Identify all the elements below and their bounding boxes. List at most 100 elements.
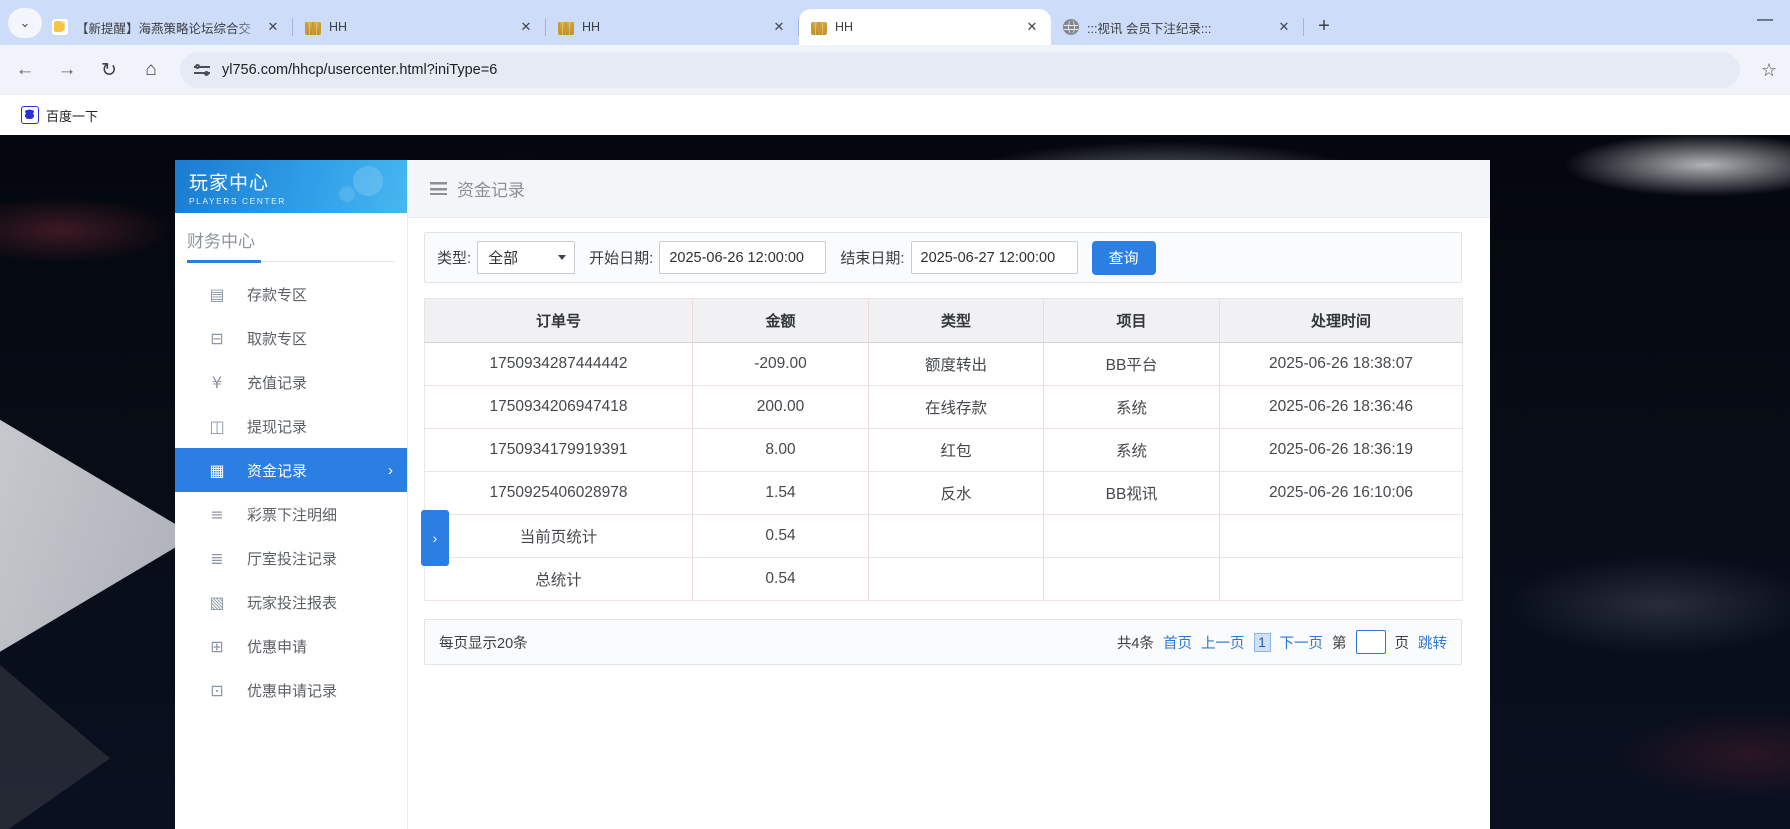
tab-hh-1[interactable]: HH ✕ [293,9,545,45]
sidebar-item-player-bet-report[interactable]: ▧ 玩家投注报表 [175,580,407,624]
close-icon[interactable]: ✕ [517,18,535,36]
tab-search-button[interactable]: ⌄ [8,8,42,38]
sidebar-item-funds-records[interactable]: ▦ 资金记录 › [175,448,407,492]
table-row: 1750934206947418 200.00 在线存款 系统 2025-06-… [425,386,1463,429]
tab-title: HH [329,20,517,34]
sidebar-item-recharge-records[interactable]: ¥ 充值记录 [175,360,407,404]
globe-favicon-icon [1063,19,1079,35]
cell-process-time: 2025-06-26 16:10:06 [1220,472,1463,515]
table-row: 1750925406028978 1.54 反水 BB视讯 2025-06-26… [425,472,1463,515]
tab-forum[interactable]: 【新提醒】海燕策略论坛综合交 ✕ [40,9,292,45]
gold-logo-favicon-icon [811,22,827,35]
cell-order-id: 1750934287444442 [425,343,693,386]
jump-button[interactable]: 跳转 [1418,632,1447,653]
cell-empty [1044,515,1220,558]
sidebar-item-label: 资金记录 [247,460,307,481]
sidebar-item-label: 优惠申请 [247,636,307,657]
chevron-right-icon: › [388,462,393,479]
cell-project: 系统 [1044,429,1220,472]
reload-icon[interactable]: ↻ [92,53,126,87]
tab-title: HH [835,20,1023,34]
lottery-detail-icon: ≡ [207,505,227,524]
bookmark-baidu[interactable]: 百度一下 [14,106,98,125]
cell-empty [1220,558,1463,601]
tab-title: :::视讯 会员下注纪录::: [1087,18,1275,37]
sidebar-item-promo-apply[interactable]: ⊞ 优惠申请 [175,624,407,668]
tab-video-records[interactable]: :::视讯 会员下注纪录::: ✕ [1051,9,1303,45]
header-order-id: 订单号 [425,299,693,343]
cell-stats-label: 当前页统计 [425,515,693,558]
hall-bet-record-icon: ≣ [207,549,227,568]
sidebar-item-hall-bet-records[interactable]: ≣ 厅室投注记录 [175,536,407,580]
sidebar-item-promo-records[interactable]: ⊡ 优惠申请记录 [175,668,407,712]
sidebar-item-withdraw[interactable]: ⊟ 取款专区 [175,316,407,360]
gold-logo-favicon-icon [558,22,574,35]
prev-page-link[interactable]: 上一页 [1201,632,1245,653]
background-triangle-decor [0,385,195,675]
window-minimize-button[interactable]: — [1750,6,1780,34]
site-info-icon[interactable] [194,64,210,76]
table-row-total-stats: 总统计 0.54 [425,558,1463,601]
baidu-paw-icon [21,106,39,124]
jump-prefix-label: 第 [1332,632,1347,653]
hamburger-icon [430,182,447,195]
cell-project: BB视讯 [1044,472,1220,515]
cell-type: 反水 [869,472,1044,515]
bookmarks-bar: 百度一下 [0,95,1790,135]
cell-amount: 0.54 [693,558,869,601]
type-select[interactable]: 全部 [477,241,575,274]
cell-project: BB平台 [1044,343,1220,386]
new-tab-button[interactable]: + [1310,12,1338,40]
back-icon[interactable]: ← [8,53,42,87]
cell-amount: -209.00 [693,343,869,386]
deposit-card-icon: ▤ [207,285,227,304]
pagination-bar: 每页显示20条 共4条 首页 上一页 1 下一页 第 页 跳转 [424,619,1462,665]
tab-hh-2[interactable]: HH ✕ [546,9,798,45]
sidebar-item-deposit[interactable]: ▤ 存款专区 [175,272,407,316]
browser-tab-strip: ⌄ 【新提醒】海燕策略论坛综合交 ✕ HH ✕ HH ✕ HH ✕ :::视讯 … [0,0,1790,45]
page-title-bar: 资金记录 [408,160,1490,218]
address-bar[interactable]: yl756.com/hhcp/usercenter.html?iniType=6 [180,52,1740,88]
withdrawal-record-icon: ◫ [207,417,227,436]
sidebar-item-lottery-detail[interactable]: ≡ 彩票下注明细 [175,492,407,536]
close-icon[interactable]: ✕ [264,18,282,36]
sidebar-item-label: 提现记录 [247,416,307,437]
end-date-input[interactable] [911,241,1078,274]
close-icon[interactable]: ✕ [1023,18,1041,36]
tab-hh-active[interactable]: HH ✕ [799,9,1051,45]
cell-order-id: 1750934206947418 [425,386,693,429]
background-triangle-decor-dim [0,665,110,829]
cell-empty [869,558,1044,601]
header-type: 类型 [869,299,1044,343]
cell-type: 在线存款 [869,386,1044,429]
jump-page-input[interactable] [1356,630,1386,654]
page-title: 资金记录 [457,176,525,201]
sidebar-item-withdrawal-records[interactable]: ◫ 提现记录 [175,404,407,448]
forward-icon[interactable]: → [50,53,84,87]
table-row-page-stats: 当前页统计 0.54 [425,515,1463,558]
cell-project: 系统 [1044,386,1220,429]
close-icon[interactable]: ✕ [1275,18,1293,36]
cell-order-id: 1750934179919391 [425,429,693,472]
tab-title: HH [582,20,770,34]
next-page-link[interactable]: 下一页 [1280,632,1324,653]
query-button[interactable]: 查询 [1092,241,1156,275]
cell-amount: 200.00 [693,386,869,429]
current-page-indicator[interactable]: 1 [1254,633,1271,652]
page-size-text: 每页显示20条 [439,632,528,653]
cell-empty [1220,515,1463,558]
cell-order-id: 1750925406028978 [425,472,693,515]
gamepad-decor-icon [339,186,355,202]
url-text[interactable]: yl756.com/hhcp/usercenter.html?iniType=6 [222,62,497,78]
recharge-moneybag-icon: ¥ [207,373,227,392]
section-underline [187,261,395,262]
sidebar-item-label: 彩票下注明细 [247,504,337,525]
withdraw-hand-icon: ⊟ [207,329,227,348]
cell-type: 额度转出 [869,343,1044,386]
bookmark-star-icon[interactable]: ☆ [1754,55,1784,85]
close-icon[interactable]: ✕ [770,18,788,36]
sidebar-collapse-toggle[interactable]: › [421,510,449,566]
start-date-input[interactable] [659,241,826,274]
first-page-link[interactable]: 首页 [1163,632,1192,653]
home-icon[interactable]: ⌂ [134,53,168,87]
